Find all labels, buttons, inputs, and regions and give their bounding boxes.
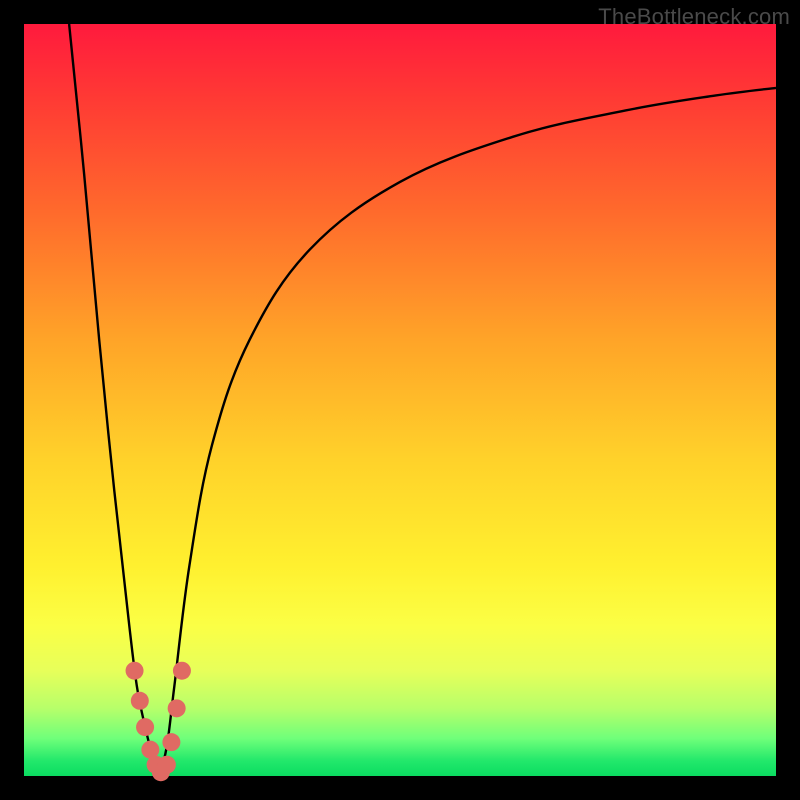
watermark-text: TheBottleneck.com [598, 4, 790, 30]
curve-marker [162, 733, 180, 751]
curve-marker [136, 718, 154, 736]
curve-marker [126, 662, 144, 680]
curve-marker [168, 699, 186, 717]
bottleneck-curve [24, 24, 776, 776]
chart-frame: TheBottleneck.com [0, 0, 800, 800]
curve-marker [158, 756, 176, 774]
curve-left-branch [69, 24, 159, 776]
curve-marker [173, 662, 191, 680]
curve-marker [131, 692, 149, 710]
curve-right-branch [159, 88, 776, 776]
chart-plot-area [24, 24, 776, 776]
